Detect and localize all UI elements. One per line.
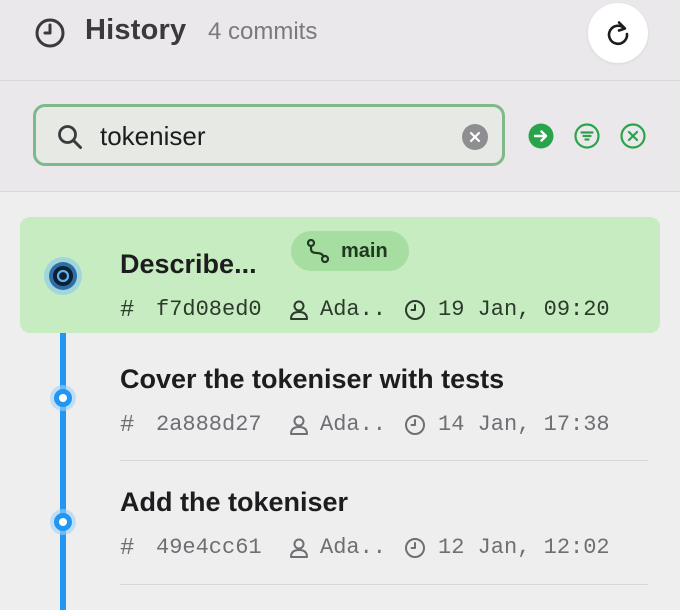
page-title: History xyxy=(85,14,187,46)
close-circle-icon[interactable] xyxy=(620,123,646,149)
commit-date: 12 Jan, 12:02 xyxy=(438,535,610,560)
commit-title: Cover the tokeniser with tests xyxy=(120,364,505,394)
commit-title: Add the tokeniser xyxy=(120,487,349,517)
arrow-right-circle-icon[interactable] xyxy=(528,123,554,149)
search-input[interactable] xyxy=(100,119,440,153)
user-icon xyxy=(290,300,308,320)
hash-icon: # xyxy=(120,535,135,562)
commit-row[interactable]: Add the tokeniser # 49e4cc61 Ada... 12 J… xyxy=(20,465,660,581)
branch-label: main xyxy=(341,240,388,262)
search-bar xyxy=(0,81,680,192)
user-icon xyxy=(290,415,308,435)
clock-icon xyxy=(405,415,425,435)
commit-hash: 2a888d27 xyxy=(156,412,262,437)
filter-icon[interactable] xyxy=(574,123,600,149)
timeline-node xyxy=(50,509,76,535)
clock-icon xyxy=(405,300,425,320)
clear-icon xyxy=(469,131,481,143)
row-divider xyxy=(120,584,648,585)
clear-search-button[interactable] xyxy=(462,124,488,150)
commit-author: Ada... xyxy=(320,412,386,437)
timeline-node-selected xyxy=(44,257,82,295)
history-header: History 4 commits xyxy=(0,0,680,81)
user-icon xyxy=(290,538,308,558)
commit-row[interactable]: Cover the tokeniser with tests # 2a888d2… xyxy=(20,342,660,458)
commit-list: Describe... main # f7d08ed0 Ada... 19 Ja… xyxy=(0,192,680,610)
hash-icon: # xyxy=(120,297,135,324)
search-icon xyxy=(58,125,82,149)
commit-hash: 49e4cc61 xyxy=(156,535,262,560)
commit-author: Ada... xyxy=(320,297,386,322)
row-divider xyxy=(120,460,648,461)
refresh-icon xyxy=(607,21,629,46)
hash-icon: # xyxy=(120,412,135,439)
refresh-button[interactable] xyxy=(588,3,648,63)
commit-title: Describe... xyxy=(120,249,257,279)
timeline-node xyxy=(50,385,76,411)
branch-badge: main xyxy=(291,231,409,271)
commit-count: 4 commits xyxy=(208,18,318,45)
search-field[interactable] xyxy=(33,104,505,166)
clock-icon xyxy=(405,538,425,558)
clock-icon xyxy=(35,18,65,48)
commit-row[interactable]: Describe... main # f7d08ed0 Ada... 19 Ja… xyxy=(20,217,660,333)
branch-icon xyxy=(307,239,329,263)
commit-hash: f7d08ed0 xyxy=(156,297,262,322)
commit-author: Ada... xyxy=(320,535,386,560)
commit-date: 14 Jan, 17:38 xyxy=(438,412,610,437)
commit-date: 19 Jan, 09:20 xyxy=(438,297,610,322)
